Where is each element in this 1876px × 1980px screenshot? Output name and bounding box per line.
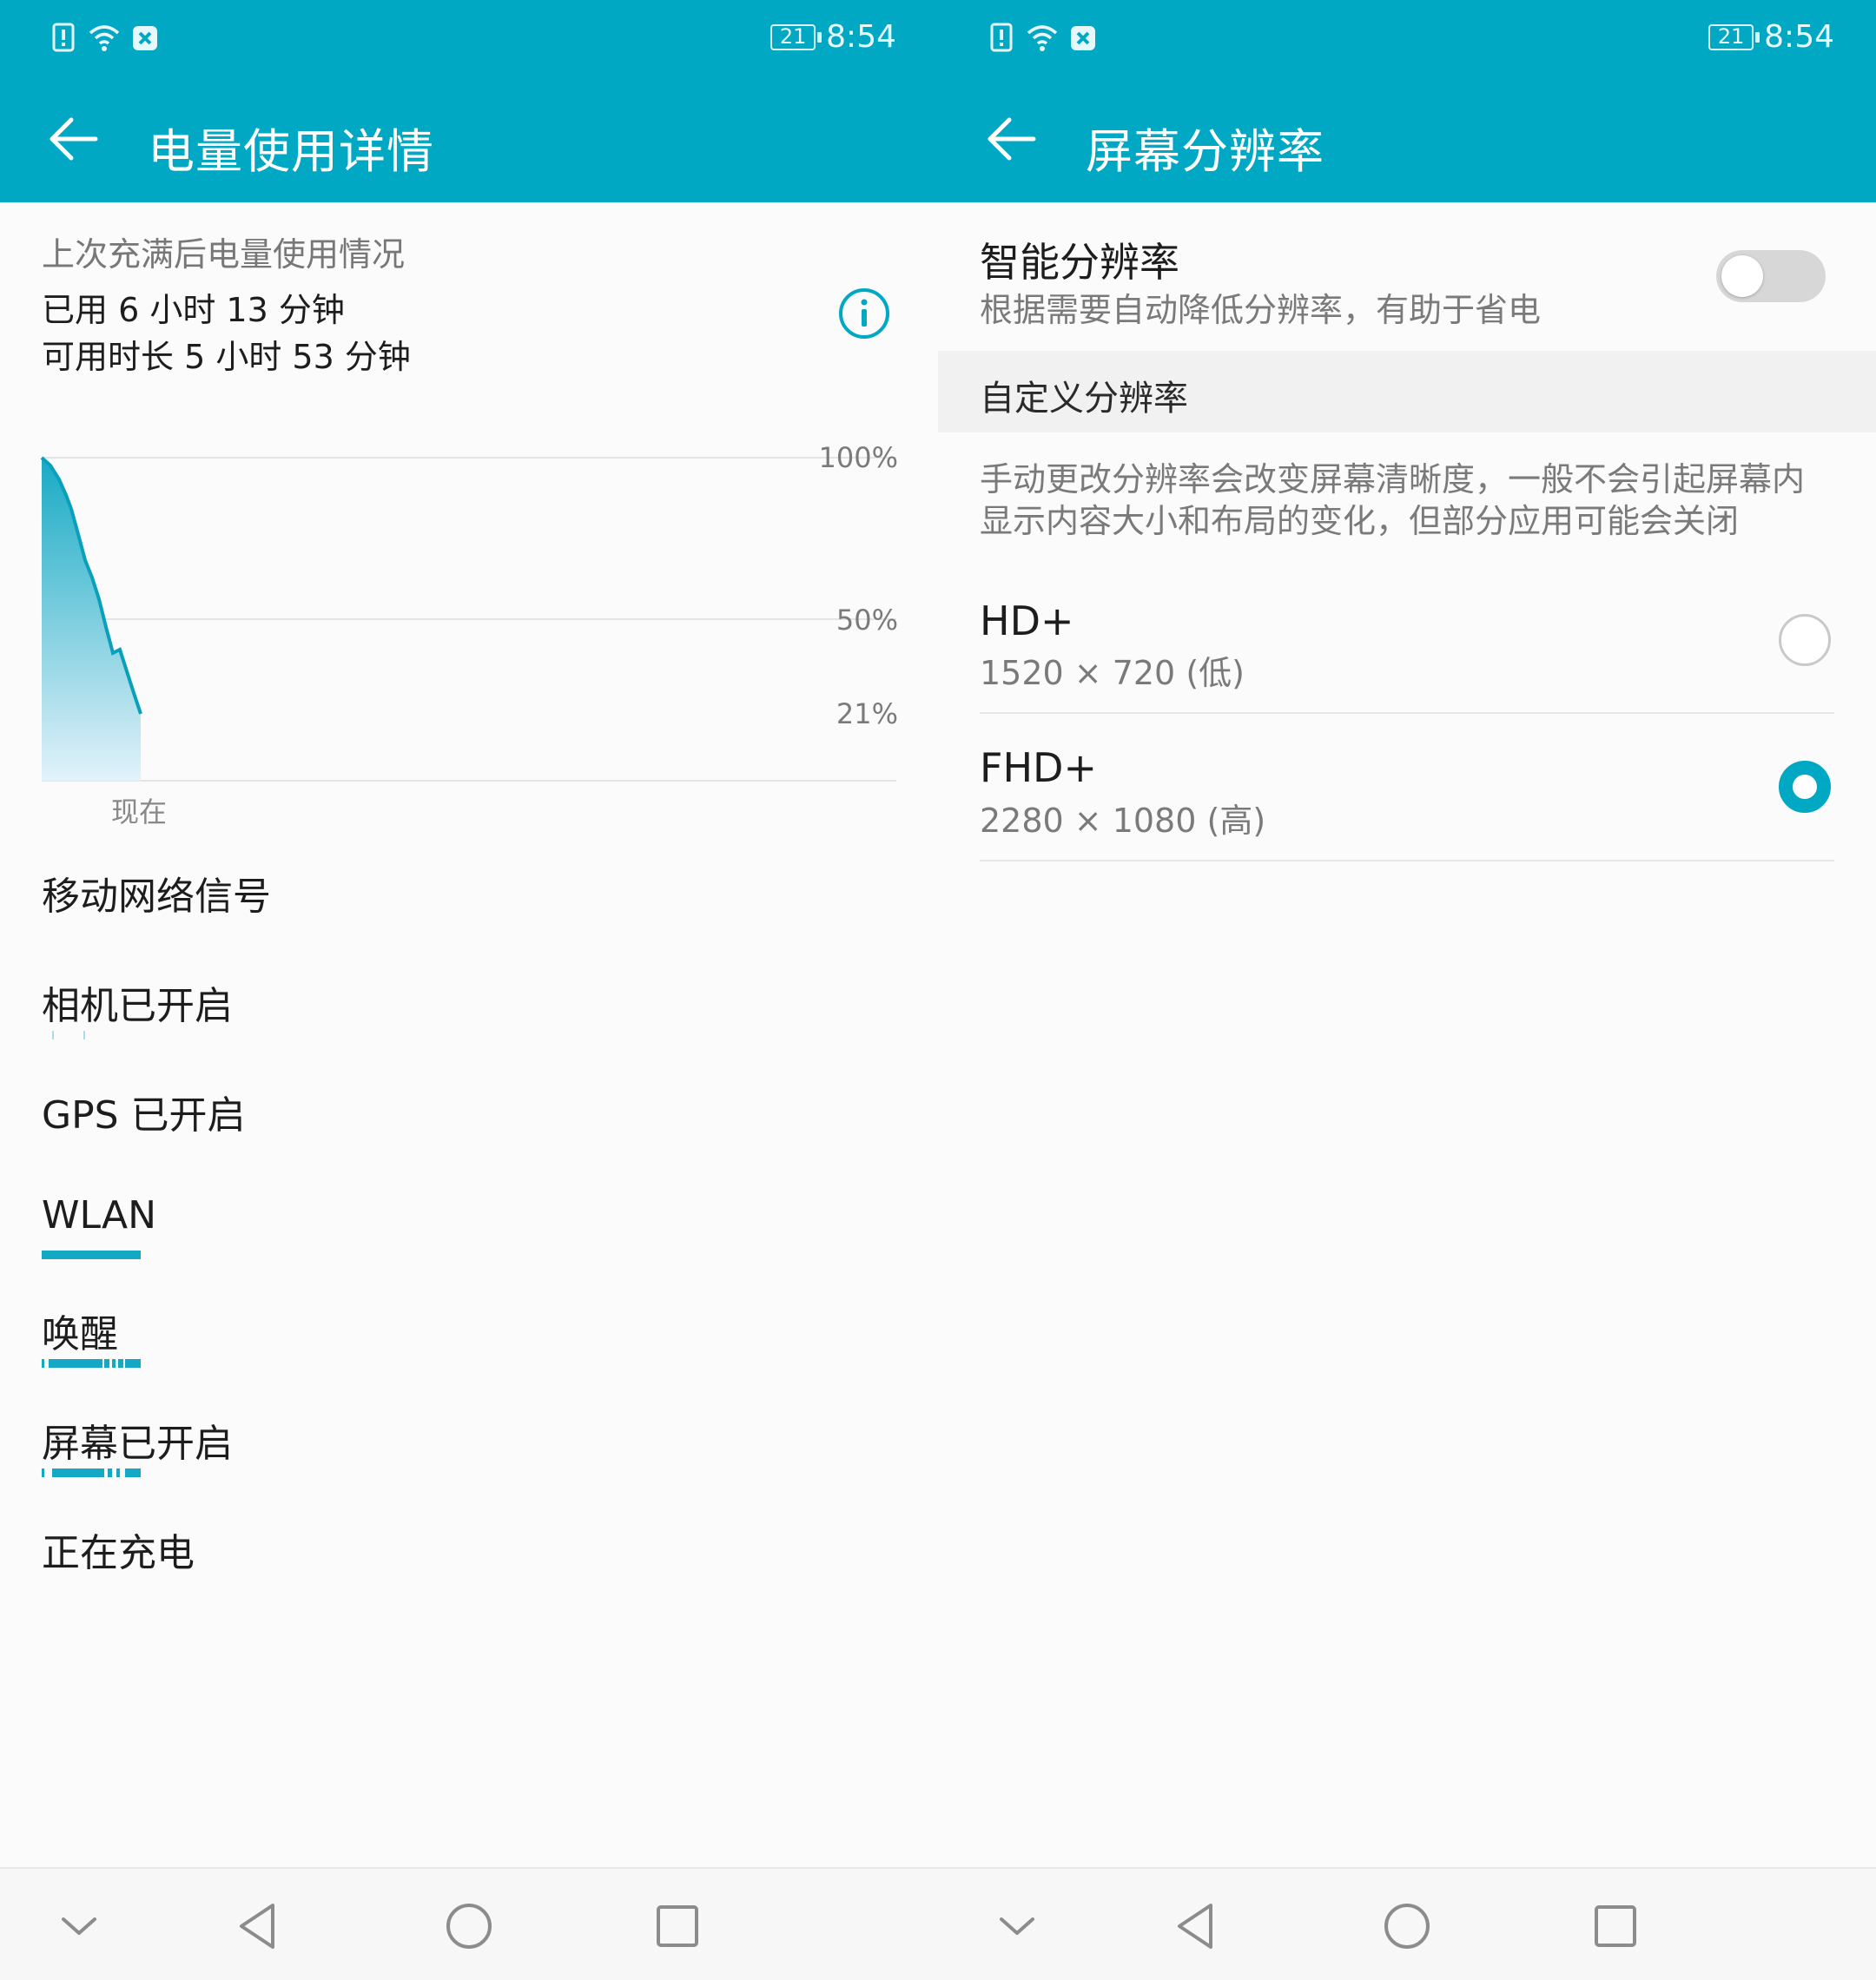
sim-alert-icon [52,23,75,52]
category-charging: 正在充电 [42,1531,195,1575]
resolution-description: 手动更改分辨率会改变屏幕清晰度，一般不会引起屏幕内显示内容大小和布局的变化，但部… [980,460,1806,540]
app-notification-icon [133,26,157,50]
section-title: 自定义分辨率 [980,379,1188,419]
battery-level: 21 [779,23,807,49]
category-mobile-signal: 移动网络信号 [42,874,271,919]
page-title: 屏幕分辨率 [1086,124,1324,179]
option-fhd-subtitle: 2280 × 1080 (高) [980,802,1266,840]
option-hd-radio[interactable] [1779,614,1831,666]
smart-resolution-toggle[interactable] [1716,250,1826,302]
toggle-knob [1721,255,1763,297]
info-icon[interactable] [837,287,891,340]
app-bar: 21 8:54 电量使用详情 [0,0,938,202]
back-arrow-icon[interactable] [45,111,101,167]
clock: 8:54 [1764,19,1834,55]
status-icons [49,23,160,54]
option-fhd-radio[interactable] [1779,761,1831,813]
nav-bar [938,1867,1876,1980]
smart-resolution-title: 智能分辨率 [980,239,1179,286]
nav-bar [0,1867,938,1980]
option-hd-subtitle: 1520 × 720 (低) [980,654,1245,692]
category-screen-on: 屏幕已开启 [42,1422,233,1466]
app-bar: 21 8:54 屏幕分辨率 [938,0,1876,202]
time-available: 可用时长 5 小时 53 分钟 [42,338,411,376]
label-21: 21% [836,697,898,730]
category-gps: GPS 已开启 [42,1093,246,1138]
clock: 8:54 [826,19,896,55]
collapse-icon[interactable] [986,1895,1048,1957]
battery-usage-screen: 21 8:54 电量使用详情 上次充满后电量使用情况 已用 6 小时 13 分钟… [0,0,938,1980]
section-header: 自定义分辨率 [938,351,1876,432]
battery-icon: 21 [1708,23,1760,50]
back-triangle-icon[interactable] [1167,1895,1230,1957]
wakeup-usage-bar [42,1359,142,1368]
battery-chart: 100% 50% 21% [40,441,898,782]
page-title: 电量使用详情 [148,124,434,179]
divider [980,712,1834,714]
category-wakeup: 唤醒 [42,1312,118,1356]
screen-resolution-screen: 21 8:54 屏幕分辨率 智能分辨率 根据需要自动降低分辨率，有助于省电 自定… [938,0,1876,1980]
wifi-icon [1027,25,1058,51]
wlan-usage-bar [42,1251,142,1259]
screen-usage-bar [42,1468,142,1477]
camera-usage-bar [42,1031,142,1040]
smart-resolution-subtitle: 根据需要自动降低分辨率，有助于省电 [980,291,1542,329]
app-notification-icon [1071,26,1095,50]
home-circle-icon[interactable] [1376,1895,1438,1957]
home-circle-icon[interactable] [438,1895,500,1957]
label-now: 现在 [111,795,168,828]
status-right: 21 8:54 [1708,19,1834,55]
category-wlan: WLAN [42,1193,157,1238]
back-arrow-icon[interactable] [983,111,1039,167]
option-fhd-title[interactable]: FHD+ [980,744,1097,791]
option-hd-title[interactable]: HD+ [980,597,1074,644]
recents-square-icon[interactable] [646,1895,709,1957]
status-right: 21 8:54 [770,19,896,55]
summary-caption: 上次充满后电量使用情况 [42,235,406,274]
wifi-icon [89,25,120,51]
label-50: 50% [836,604,898,637]
battery-icon: 21 [770,23,822,50]
status-icons [987,23,1098,54]
divider [980,860,1834,861]
label-100: 100% [819,441,898,474]
collapse-icon[interactable] [48,1895,110,1957]
back-triangle-icon[interactable] [229,1895,292,1957]
recents-square-icon[interactable] [1584,1895,1647,1957]
category-camera: 相机已开启 [42,984,233,1028]
battery-level: 21 [1717,23,1745,49]
sim-alert-icon [990,23,1013,52]
time-used: 已用 6 小时 13 分钟 [42,291,345,329]
